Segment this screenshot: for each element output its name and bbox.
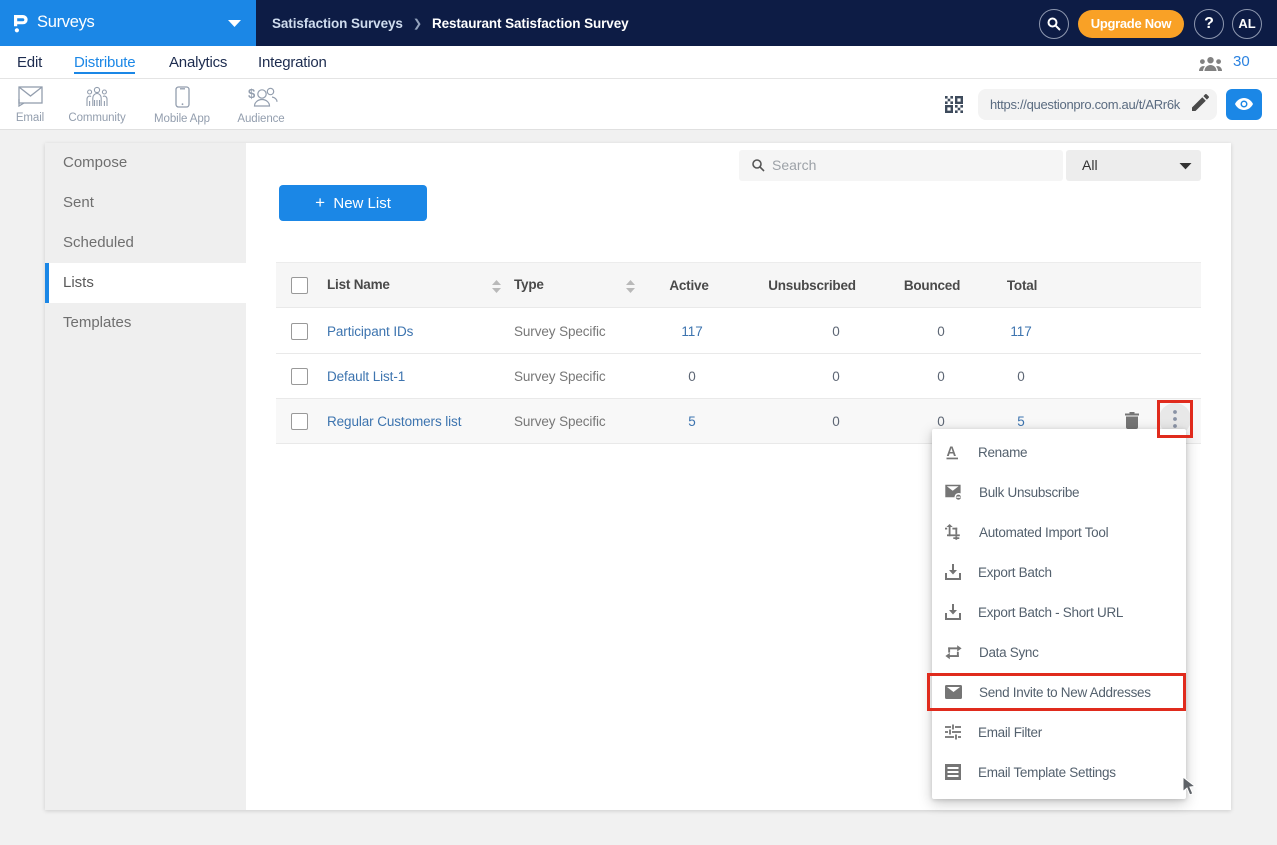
svg-text:$: $ [248,86,256,101]
svg-text:A: A [947,444,957,459]
